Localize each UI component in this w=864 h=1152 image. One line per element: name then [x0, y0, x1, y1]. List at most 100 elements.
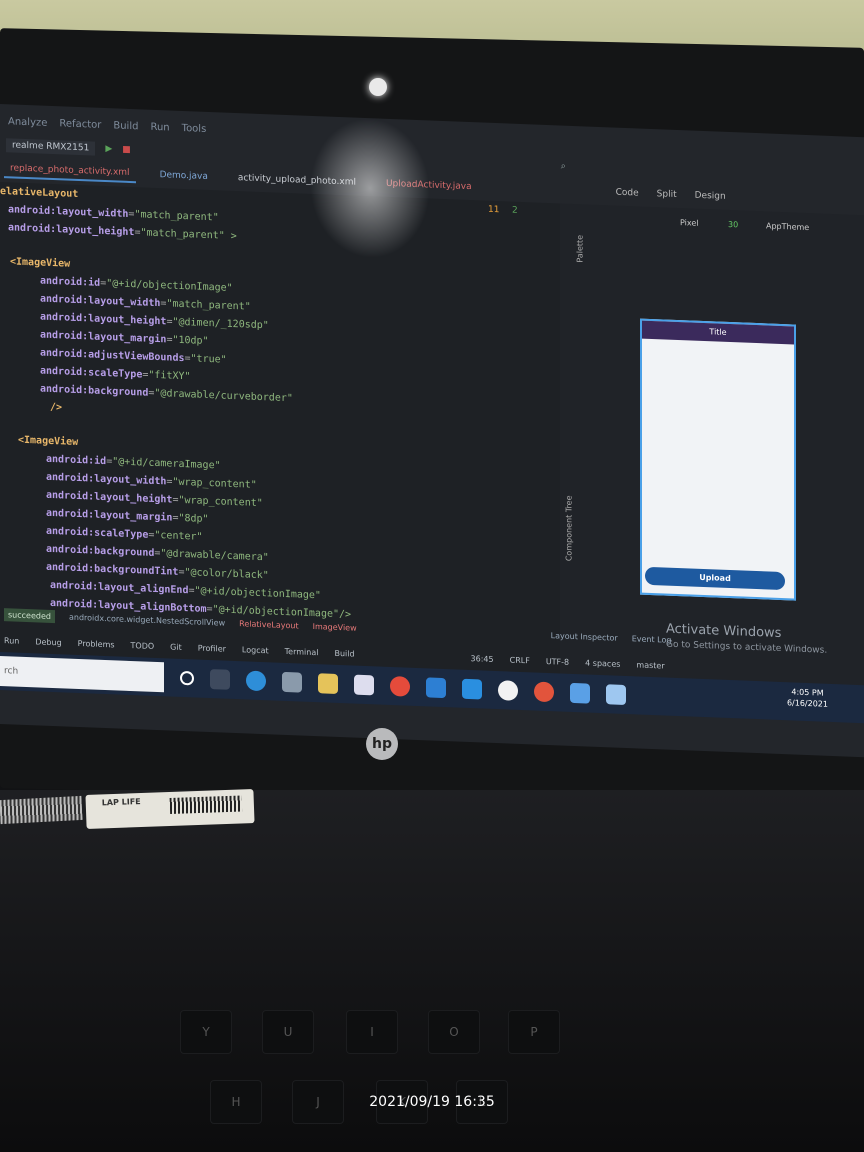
- run-icon[interactable]: ▶: [105, 144, 112, 154]
- code-value: "fitXY": [148, 369, 191, 383]
- keyboard-key[interactable]: O: [428, 1010, 480, 1054]
- status-line-ending[interactable]: CRLF: [510, 655, 530, 665]
- tool-build[interactable]: Build: [334, 648, 354, 658]
- tool-problems[interactable]: Problems: [78, 638, 115, 648]
- code-attribute: android:layout_alignEnd: [50, 579, 189, 597]
- upload-button[interactable]: Upload: [645, 566, 785, 591]
- code-line[interactable]: android:background="@drawable/curveborde…: [40, 384, 293, 405]
- code-attribute: android:layout_height: [46, 489, 173, 506]
- view-mode-design[interactable]: Design: [695, 191, 726, 202]
- taskbar-search[interactable]: rch: [0, 656, 164, 693]
- code-line[interactable]: android:layout_margin="10dp": [40, 330, 209, 347]
- menu-tools[interactable]: Tools: [182, 122, 207, 134]
- screen-glare: [310, 115, 430, 261]
- layout-preview[interactable]: Title Upload: [640, 318, 796, 601]
- layout-inspector-link[interactable]: Layout Inspector: [551, 631, 618, 643]
- chrome-icon[interactable]: [390, 675, 410, 697]
- run-configuration-select[interactable]: realme RMX2151: [6, 138, 96, 156]
- code-line[interactable]: android:adjustViewBounds="true": [40, 348, 227, 366]
- palette-tab[interactable]: Palette: [575, 235, 584, 263]
- edge-icon[interactable]: [246, 670, 266, 692]
- code-tag: <ImageView: [10, 256, 71, 270]
- code-line[interactable]: android:background="@drawable/camera": [46, 544, 269, 564]
- code-line[interactable]: android:id="@+id/cameraImage": [46, 454, 221, 472]
- search-icon[interactable]: ⌕: [561, 162, 566, 172]
- code-line[interactable]: android:layout_width="match_parent": [40, 294, 251, 313]
- code-line[interactable]: android:layout_height="@dimen/_120sdp": [40, 312, 269, 332]
- menu-analyze[interactable]: Analyze: [8, 116, 47, 129]
- tab-demo-java[interactable]: Demo.java: [154, 167, 214, 185]
- warning-count[interactable]: 11: [488, 205, 499, 215]
- keyboard-key[interactable]: I: [346, 1010, 398, 1054]
- code-line[interactable]: android:scaleType="fitXY": [40, 366, 191, 383]
- code-line[interactable]: android:layout_height="match_parent" >: [8, 222, 237, 242]
- tool-git[interactable]: Git: [170, 642, 182, 651]
- code-line[interactable]: android:backgroundTint="@color/black": [46, 562, 269, 582]
- api-select[interactable]: 30: [728, 220, 738, 229]
- status-indent[interactable]: 4 spaces: [585, 658, 620, 668]
- tool-profiler[interactable]: Profiler: [198, 643, 226, 653]
- code-value: "@drawable/camera": [160, 548, 269, 564]
- code-value: "wrap_content": [172, 476, 257, 491]
- preview-title: Title: [642, 320, 794, 345]
- code-value: "@dimen/_120sdp": [172, 316, 269, 332]
- code-attribute: android:adjustViewBounds: [40, 347, 185, 365]
- tool-terminal[interactable]: Terminal: [285, 646, 319, 656]
- app-icon[interactable]: [282, 671, 302, 693]
- task-view-icon[interactable]: [210, 669, 230, 690]
- view-mode-code[interactable]: Code: [616, 188, 639, 199]
- tool-logcat[interactable]: Logcat: [242, 645, 269, 655]
- view-mode-split[interactable]: Split: [657, 189, 677, 200]
- code-line[interactable]: <ImageView: [18, 435, 78, 448]
- code-attribute: android:layout_width: [46, 471, 167, 488]
- tool-todo[interactable]: TODO: [131, 641, 155, 651]
- app-white-icon[interactable]: [498, 680, 518, 701]
- code-attribute: android:scaleType: [40, 365, 143, 381]
- android-studio-icon[interactable]: [606, 684, 626, 706]
- code-line[interactable]: android:layout_width="wrap_content": [46, 472, 257, 491]
- code-line[interactable]: />: [50, 402, 62, 413]
- event-log-link[interactable]: Event Log: [632, 634, 672, 645]
- tool-run[interactable]: Run: [4, 636, 19, 646]
- device-select[interactable]: Pixel: [680, 218, 699, 228]
- code-attribute: android:layout_width: [8, 204, 129, 220]
- mail-icon[interactable]: [426, 677, 446, 699]
- code-line[interactable]: elativeLayout: [0, 186, 78, 200]
- theme-select[interactable]: AppTheme: [766, 221, 809, 232]
- app-blue-icon[interactable]: [570, 682, 590, 704]
- menu-build[interactable]: Build: [113, 120, 138, 132]
- breadcrumb-relativelayout[interactable]: RelativeLayout: [239, 619, 298, 630]
- code-value: "@+id/objectionImage": [194, 585, 321, 602]
- cortana-icon[interactable]: [180, 670, 194, 686]
- taskbar-clock[interactable]: 4:05 PM 6/16/2021: [787, 686, 828, 710]
- build-status: succeeded: [4, 607, 55, 623]
- code-line[interactable]: android:layout_height="wrap_content": [46, 490, 263, 509]
- breadcrumb-imageview[interactable]: ImageView: [313, 622, 357, 633]
- store-icon[interactable]: [354, 674, 374, 696]
- code-line[interactable]: android:layout_alignEnd="@+id/objectionI…: [50, 580, 321, 601]
- tool-debug[interactable]: Debug: [35, 637, 61, 647]
- file-explorer-icon[interactable]: [318, 673, 338, 694]
- status-encoding[interactable]: UTF-8: [546, 656, 569, 666]
- keyboard-key[interactable]: Y: [180, 1010, 232, 1054]
- code-line[interactable]: android:id="@+id/objectionImage": [40, 276, 233, 294]
- menu-run[interactable]: Run: [150, 121, 169, 133]
- code-attribute: android:background: [40, 383, 149, 399]
- component-tree-tab[interactable]: Component Tree: [564, 495, 573, 561]
- vscode-icon[interactable]: [462, 678, 482, 700]
- laptop-screen: Analyze Refactor Build Run Tools realme …: [0, 104, 864, 758]
- code-line[interactable]: android:layout_width="match_parent": [8, 204, 219, 223]
- status-position[interactable]: 36:45: [471, 654, 494, 664]
- stop-icon[interactable]: ■: [122, 145, 131, 155]
- keyboard-key[interactable]: P: [508, 1010, 560, 1054]
- keyboard-key[interactable]: U: [262, 1010, 314, 1054]
- code-line[interactable]: android:layout_margin="8dp": [46, 508, 209, 525]
- breadcrumb-scrollview[interactable]: androidx.core.widget.NestedScrollView: [69, 612, 225, 627]
- status-git-branch[interactable]: master: [636, 660, 664, 670]
- code-line[interactable]: <ImageView: [10, 256, 70, 269]
- app-orange-icon[interactable]: [534, 681, 554, 703]
- code-line[interactable]: android:scaleType="center": [46, 526, 203, 543]
- tab-replace-photo[interactable]: replace_photo_activity.xml: [4, 160, 136, 184]
- menu-refactor[interactable]: Refactor: [59, 118, 101, 131]
- ok-count[interactable]: 2: [512, 206, 518, 216]
